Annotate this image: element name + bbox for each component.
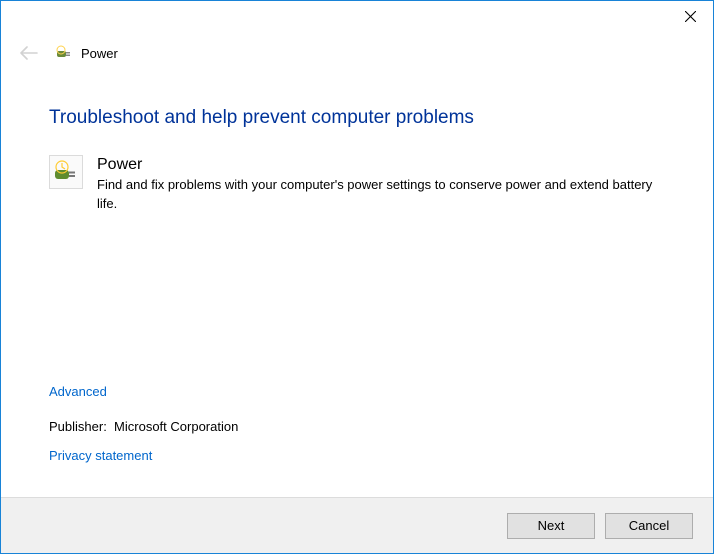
- back-arrow-icon: [20, 46, 38, 60]
- publisher-value: Microsoft Corporation: [114, 419, 238, 434]
- power-troubleshooter-icon: [52, 158, 80, 186]
- content-area: Troubleshoot and help prevent computer p…: [1, 69, 713, 214]
- title-bar: [1, 1, 713, 37]
- troubleshooter-name: Power: [97, 155, 665, 174]
- next-button[interactable]: Next: [507, 513, 595, 539]
- close-button[interactable]: [667, 1, 713, 31]
- page-heading: Troubleshoot and help prevent computer p…: [49, 107, 665, 129]
- lower-panel: Advanced Publisher: Microsoft Corporatio…: [49, 384, 238, 463]
- footer-bar: Next Cancel: [1, 497, 713, 553]
- title-icon: [55, 44, 73, 62]
- advanced-link[interactable]: Advanced: [49, 384, 107, 399]
- troubleshooter-icon-frame: [49, 155, 83, 189]
- troubleshooter-item: Power Find and fix problems with your co…: [49, 155, 665, 214]
- publisher-row: Publisher: Microsoft Corporation: [49, 419, 238, 434]
- cancel-button[interactable]: Cancel: [605, 513, 693, 539]
- window-title: Power: [81, 46, 118, 61]
- power-plug-icon: [55, 44, 73, 62]
- publisher-label: Publisher:: [49, 419, 107, 434]
- troubleshooter-description: Find and fix problems with your computer…: [97, 176, 665, 214]
- header-row: Power: [1, 37, 713, 69]
- back-button: [19, 43, 39, 63]
- troubleshooter-text: Power Find and fix problems with your co…: [97, 155, 665, 214]
- privacy-link[interactable]: Privacy statement: [49, 448, 152, 463]
- close-icon: [685, 11, 696, 22]
